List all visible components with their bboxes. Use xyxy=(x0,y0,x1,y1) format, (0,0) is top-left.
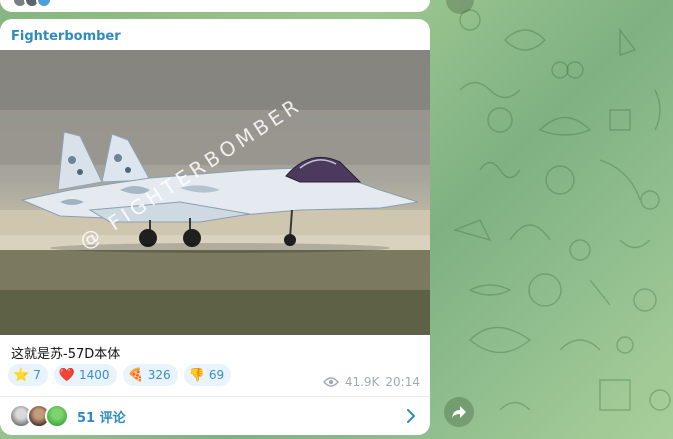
message-caption: 这就是苏-57D本体 xyxy=(11,347,121,362)
share-button[interactable] xyxy=(444,397,474,427)
heart-emoji-icon: ❤️ xyxy=(58,367,76,383)
commenter-avatars xyxy=(9,404,69,428)
chevron-right-icon[interactable] xyxy=(406,409,416,423)
reaction-count: 69 xyxy=(208,368,225,382)
comments-count-label[interactable]: 51 评论 xyxy=(77,407,126,426)
view-count: 41.9K xyxy=(344,375,380,389)
reaction-pizza[interactable]: 🍕 326 xyxy=(122,364,178,386)
previous-comment-avatars xyxy=(12,0,52,8)
eye-icon xyxy=(322,377,339,387)
reaction-count: 326 xyxy=(147,368,171,382)
reaction-thumbs-down[interactable]: 👎 69 xyxy=(183,364,232,386)
reaction-star[interactable]: ⭐ 7 xyxy=(8,364,48,386)
thumbs-down-emoji-icon: 👎 xyxy=(188,367,205,383)
message-card: Fighterbomber @ FIGHTERBOMBER 这就是苏-57D本体… xyxy=(0,19,430,435)
message-photo[interactable]: @ FIGHTERBOMBER xyxy=(0,50,430,335)
channel-name[interactable]: Fighterbomber xyxy=(11,29,121,44)
pizza-emoji-icon: 🍕 xyxy=(127,367,144,383)
avatar xyxy=(45,404,69,428)
reaction-count: 1400 xyxy=(79,368,110,382)
comments-bar[interactable]: 51 评论 xyxy=(0,397,430,435)
previous-share-button[interactable] xyxy=(446,0,474,14)
jet-illustration xyxy=(0,50,430,335)
reaction-heart[interactable]: ❤️ 1400 xyxy=(53,364,117,386)
message-time: 20:14 xyxy=(385,375,420,389)
avatar xyxy=(36,0,52,8)
share-arrow-icon xyxy=(452,406,466,418)
reactions-bar: ⭐ 7 ❤️ 1400 🍕 326 👎 69 xyxy=(8,364,232,386)
message-meta: 41.9K 20:14 xyxy=(322,375,420,389)
previous-message-card xyxy=(0,0,430,12)
reaction-count: 7 xyxy=(33,368,41,382)
star-emoji-icon: ⭐ xyxy=(13,367,30,383)
